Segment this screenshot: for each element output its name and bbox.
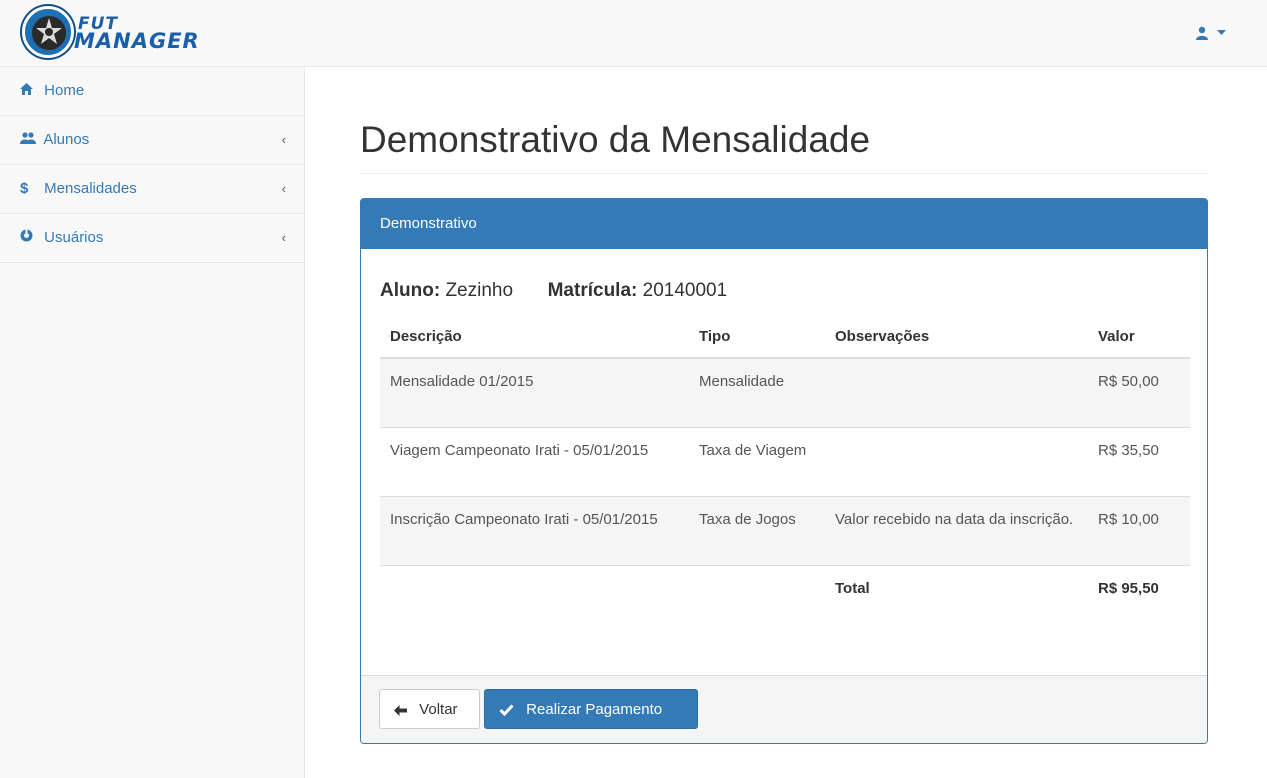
column-header-descricao: Descrição	[380, 317, 689, 359]
pay-button[interactable]: Realizar Pagamento	[484, 689, 698, 729]
student-label: Aluno:	[380, 280, 441, 301]
cell-descricao: Mensalidade 01/2015	[380, 357, 689, 427]
cell-observacoes: Valor recebido na data da inscrição.	[825, 495, 1088, 565]
total-label: Total	[825, 564, 1088, 610]
panel-body: Aluno: Zezinho Matrícula: 20140001 Descr…	[361, 249, 1207, 676]
dollar-icon: $	[20, 180, 29, 197]
cell-descricao: Inscrição Campeonato Irati - 05/01/2015	[380, 495, 689, 565]
enrollment-number: 20140001	[642, 280, 728, 301]
home-icon	[20, 67, 36, 115]
users-icon	[20, 116, 36, 164]
brand-line2: MANAGER	[74, 29, 200, 53]
sidebar: Home Alunos ‹ $ Mensalidades ‹ Usuários …	[0, 67, 305, 778]
student-name: Zezinho	[445, 280, 514, 301]
support-icon	[20, 214, 36, 262]
sidebar-item-home[interactable]: Home	[0, 67, 304, 116]
cell-observacoes	[825, 357, 1088, 427]
cell-valor: R$ 10,00	[1088, 495, 1190, 565]
column-header-valor: Valor	[1088, 317, 1190, 359]
column-header-tipo: Tipo	[689, 317, 825, 359]
panel-footer: Voltar Realizar Pagamento	[361, 675, 1207, 743]
back-button-label: Voltar	[419, 701, 458, 718]
cell-descricao: Viagem Campeonato Irati - 05/01/2015	[380, 426, 689, 496]
check-icon	[499, 690, 514, 728]
table-row: Mensalidade 01/2015 Mensalidade R$ 50,00	[380, 357, 1190, 427]
sidebar-item-label: Usuários	[44, 229, 104, 246]
sidebar-item-label: Home	[44, 82, 85, 99]
arrow-left-icon	[394, 690, 407, 728]
cell-observacoes	[825, 426, 1088, 496]
brand-logo[interactable]: FUT MANAGER	[22, 6, 222, 62]
cell-tipo: Taxa de Viagem	[689, 426, 825, 496]
caret-down-icon	[1216, 30, 1226, 36]
panel-heading: Demonstrativo	[361, 199, 1207, 249]
total-row: Total R$ 95,50	[380, 564, 1190, 610]
logo-emblem-icon	[22, 6, 74, 58]
page-title: Demonstrativo da Mensalidade	[360, 119, 871, 160]
cell-tipo: Mensalidade	[689, 357, 825, 427]
demonstrativo-panel: Demonstrativo Aluno: Zezinho Matrícula: …	[360, 198, 1208, 744]
back-button[interactable]: Voltar	[379, 689, 480, 729]
column-header-observacoes: Observações	[825, 317, 1088, 359]
charges-table: Descrição Tipo Observações Valor Mensali…	[380, 317, 1190, 610]
enrollment-label: Matrícula:	[547, 280, 638, 301]
brand-name: FUT MANAGER	[74, 16, 200, 52]
pay-button-label: Realizar Pagamento	[526, 701, 663, 718]
table-header-row: Descrição Tipo Observações Valor	[380, 317, 1190, 359]
cell-valor: R$ 50,00	[1088, 357, 1190, 427]
chevron-left-icon: ‹	[281, 132, 286, 147]
user-icon	[1196, 27, 1208, 41]
sidebar-item-mensalidades[interactable]: $ Mensalidades ‹	[0, 165, 304, 214]
total-value: R$ 95,50	[1088, 564, 1190, 610]
table-row: Inscrição Campeonato Irati - 05/01/2015 …	[380, 495, 1190, 565]
table-row: Viagem Campeonato Irati - 05/01/2015 Tax…	[380, 426, 1190, 496]
sidebar-item-alunos[interactable]: Alunos ‹	[0, 116, 304, 165]
user-dropdown[interactable]	[1195, 24, 1229, 44]
student-info: Aluno: Zezinho Matrícula: 20140001	[380, 280, 727, 302]
top-navbar: FUT MANAGER	[0, 0, 1267, 67]
chevron-left-icon: ‹	[281, 181, 286, 196]
sidebar-item-label: Alunos	[43, 131, 90, 148]
title-divider	[360, 173, 1208, 174]
sidebar-item-label: Mensalidades	[44, 180, 137, 197]
cell-valor: R$ 35,50	[1088, 426, 1190, 496]
chevron-left-icon: ‹	[281, 230, 286, 245]
cell-tipo: Taxa de Jogos	[689, 495, 825, 565]
sidebar-item-usuarios[interactable]: Usuários ‹	[0, 214, 304, 263]
